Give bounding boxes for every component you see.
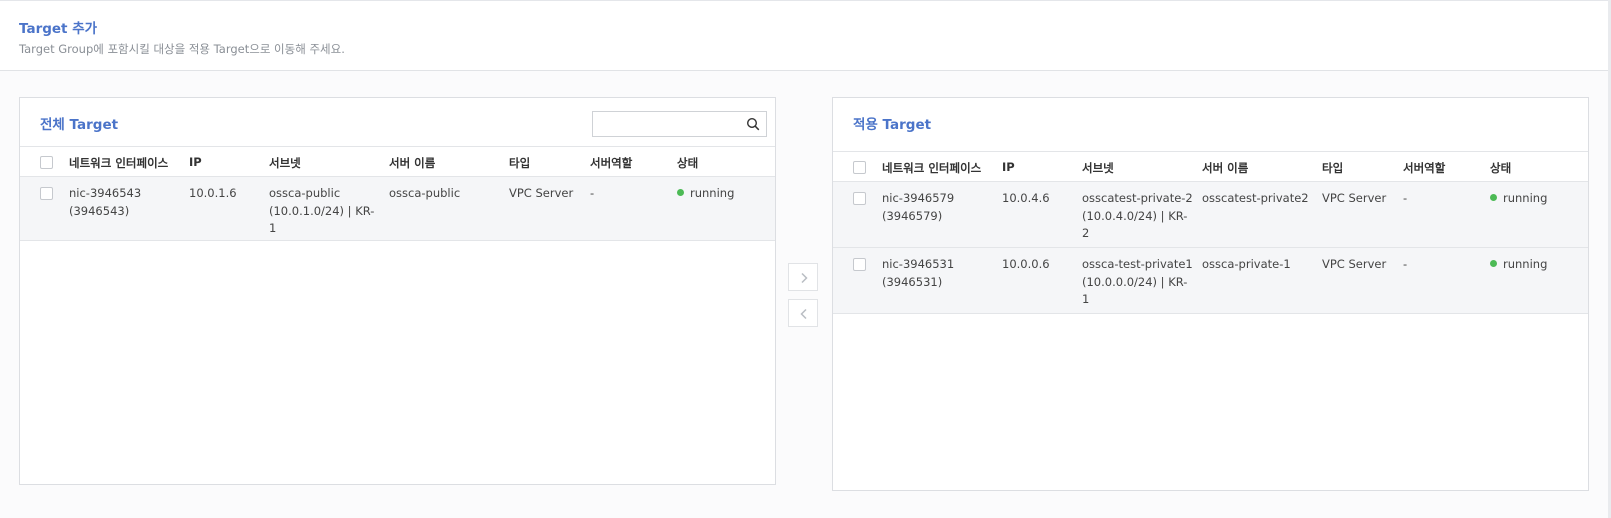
cell-ip: 10.0.0.6 [1002, 257, 1050, 271]
row-checkbox[interactable] [40, 187, 53, 200]
status-running-icon [1490, 194, 1497, 201]
cell-status: running [1490, 190, 1547, 208]
status-label: running [1503, 257, 1548, 271]
move-to-all-button[interactable] [788, 299, 818, 327]
status-label: running [1503, 191, 1548, 205]
column-header-ip: IP [1002, 160, 1015, 174]
cell-subnet: osscatest-private-2 (10.0.4.0/24) | KR- … [1082, 191, 1193, 240]
table-row[interactable]: nic-3946543 (3946543) 10.0.1.6 ossca-pub… [20, 177, 775, 241]
search-icon[interactable] [746, 117, 760, 131]
select-all-checkbox[interactable] [853, 161, 866, 174]
column-header-nic: 네트워크 인터페이스 [69, 156, 169, 170]
column-header-role: 서버역할 [590, 156, 633, 170]
cell-server-name: osscatest-private2 [1202, 191, 1309, 205]
applied-target-table: 네트워크 인터페이스 IP 서브넷 서버 이름 타입 서버역할 상태 nic-3… [833, 151, 1588, 314]
cell-nic: nic-3946531 (3946531) [882, 257, 955, 289]
status-running-icon [1490, 260, 1497, 267]
column-header-server-name: 서버 이름 [389, 156, 436, 170]
table-header: 네트워크 인터페이스 IP 서브넷 서버 이름 타입 서버역할 상태 [833, 151, 1588, 182]
all-target-panel: 전체 Target 네트워크 인터페이스 IP 서브넷 서버 이름 타입 서버역… [19, 97, 776, 485]
cell-role: - [590, 186, 595, 200]
applied-target-panel: 적용 Target 네트워크 인터페이스 IP 서브넷 서버 이름 타입 서버역… [832, 97, 1589, 491]
cell-subnet: ossca-public (10.0.1.0/24) | KR- 1 [269, 186, 375, 235]
column-header-role: 서버역할 [1403, 161, 1446, 175]
search-input[interactable] [592, 111, 767, 137]
row-checkbox[interactable] [853, 192, 866, 205]
status-label: running [690, 186, 735, 200]
column-header-status: 상태 [677, 156, 699, 170]
table-row[interactable]: nic-3946531 (3946531) 10.0.0.6 ossca-tes… [833, 248, 1588, 314]
cell-server-name: ossca-public [389, 186, 461, 200]
page-description: Target Group에 포함시킬 대상을 적용 Target으로 이동해 주… [19, 42, 345, 56]
cell-type: VPC Server [509, 186, 574, 200]
all-target-title: 전체 Target [40, 117, 119, 133]
move-to-applied-button[interactable] [788, 263, 818, 291]
table-header: 네트워크 인터페이스 IP 서브넷 서버 이름 타입 서버역할 상태 [20, 146, 775, 177]
cell-status: running [1490, 256, 1547, 274]
applied-target-title: 적용 Target [853, 117, 932, 133]
table-row[interactable]: nic-3946579 (3946579) 10.0.4.6 osscatest… [833, 182, 1588, 248]
chevron-left-icon [800, 308, 807, 320]
all-target-table: 네트워크 인터페이스 IP 서브넷 서버 이름 타입 서버역할 상태 nic-3… [20, 146, 775, 241]
column-header-ip: IP [189, 155, 202, 169]
cell-role: - [1403, 191, 1408, 205]
status-running-icon [677, 189, 684, 196]
column-header-type: 타입 [509, 156, 531, 170]
chevron-right-icon [801, 272, 808, 284]
cell-ip: 10.0.1.6 [189, 186, 237, 200]
column-header-nic: 네트워크 인터페이스 [882, 161, 982, 175]
page-title: Target 추가 [19, 21, 98, 37]
cell-nic: nic-3946543 (3946543) [69, 186, 142, 218]
row-checkbox[interactable] [853, 258, 866, 271]
cell-role: - [1403, 257, 1408, 271]
column-header-status: 상태 [1490, 161, 1512, 175]
page-header: Target 추가 Target Group에 포함시킬 대상을 적용 Targ… [0, 1, 1608, 71]
cell-server-name: ossca-private-1 [1202, 257, 1291, 271]
select-all-checkbox[interactable] [40, 156, 53, 169]
column-header-type: 타입 [1322, 161, 1344, 175]
column-header-subnet: 서브넷 [269, 156, 301, 170]
cell-type: VPC Server [1322, 257, 1387, 271]
cell-subnet: ossca-test-private1 (10.0.0.0/24) | KR- … [1082, 257, 1193, 306]
cell-ip: 10.0.4.6 [1002, 191, 1050, 205]
cell-type: VPC Server [1322, 191, 1387, 205]
cell-nic: nic-3946579 (3946579) [882, 191, 955, 223]
column-header-subnet: 서브넷 [1082, 161, 1114, 175]
cell-status: running [677, 185, 734, 203]
column-header-server-name: 서버 이름 [1202, 161, 1249, 175]
